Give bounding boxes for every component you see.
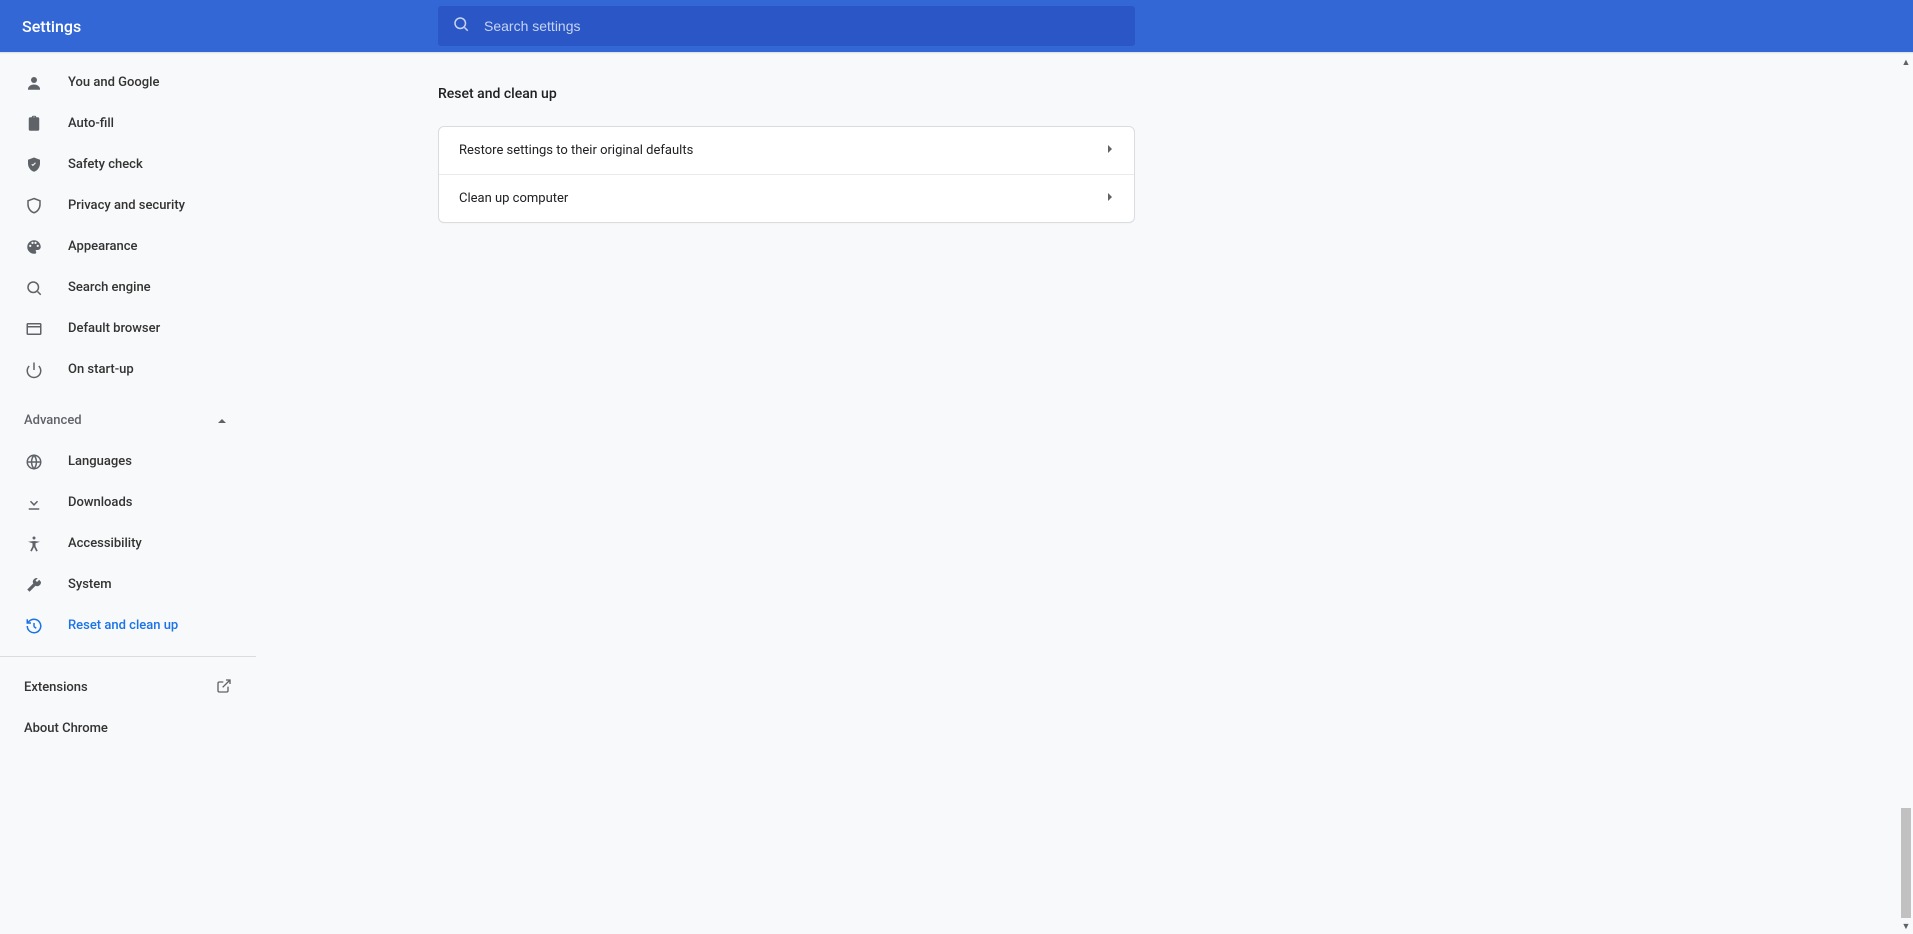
sidebar-item-label: Default browser <box>68 321 160 336</box>
sidebar-item-label: Reset and clean up <box>68 618 178 633</box>
shield-check-icon <box>24 155 44 175</box>
accessibility-icon <box>24 534 44 554</box>
sidebar-item-languages[interactable]: Languages <box>0 441 256 482</box>
row-label: Restore settings to their original defau… <box>459 143 693 158</box>
sidebar-item-label: System <box>68 577 112 592</box>
open-in-new-icon <box>216 678 232 698</box>
sidebar-item-label: Privacy and security <box>68 198 185 213</box>
browser-icon <box>24 319 44 339</box>
scroll-down-icon[interactable]: ▼ <box>1902 918 1911 934</box>
row-label: Clean up computer <box>459 191 568 206</box>
sidebar-item-appearance[interactable]: Appearance <box>0 226 256 267</box>
wrench-icon <box>24 575 44 595</box>
sidebar-item-label: On start-up <box>68 362 134 377</box>
sidebar-section-advanced[interactable]: Advanced <box>0 400 256 441</box>
globe-icon <box>24 452 44 472</box>
sidebar-item-reset-and-clean-up[interactable]: Reset and clean up <box>0 605 256 646</box>
sidebar-item-auto-fill[interactable]: Auto-fill <box>0 103 256 144</box>
sidebar-item-label: Safety check <box>68 157 143 172</box>
sidebar-item-label: About Chrome <box>24 721 108 736</box>
search-input[interactable] <box>484 18 1121 34</box>
main-content: Reset and clean up Restore settings to t… <box>256 54 1913 934</box>
scrollbar-thumb[interactable] <box>1901 808 1911 918</box>
chevron-right-icon <box>1106 143 1114 158</box>
sidebar-item-about-chrome[interactable]: About Chrome <box>0 708 256 749</box>
sidebar-item-you-and-google[interactable]: You and Google <box>0 62 256 103</box>
row-restore-defaults[interactable]: Restore settings to their original defau… <box>439 127 1134 174</box>
vertical-scrollbar[interactable]: ▲ ▼ <box>1899 54 1913 934</box>
sidebar-item-label: Languages <box>68 454 132 469</box>
sidebar-item-extensions[interactable]: Extensions <box>0 667 256 708</box>
shield-icon <box>24 196 44 216</box>
sidebar-section-label: Advanced <box>24 413 82 428</box>
person-icon <box>24 73 44 93</box>
sidebar: You and Google Auto-fill Safety check Pr… <box>0 54 256 934</box>
sidebar-item-label: Downloads <box>68 495 132 510</box>
search-icon <box>24 278 44 298</box>
page-title: Reset and clean up <box>438 86 1135 102</box>
sidebar-item-label: Appearance <box>68 239 137 254</box>
chevron-right-icon <box>1106 191 1114 206</box>
sidebar-item-search-engine[interactable]: Search engine <box>0 267 256 308</box>
sidebar-item-label: Auto-fill <box>68 116 114 131</box>
sidebar-item-accessibility[interactable]: Accessibility <box>0 523 256 564</box>
chevron-up-icon <box>212 411 232 431</box>
page-app-title: Settings <box>22 17 438 36</box>
sidebar-item-label: Extensions <box>24 680 88 695</box>
download-icon <box>24 493 44 513</box>
palette-icon <box>24 237 44 257</box>
clipboard-icon <box>24 114 44 134</box>
search-settings[interactable] <box>438 6 1135 46</box>
sidebar-item-safety-check[interactable]: Safety check <box>0 144 256 185</box>
sidebar-item-system[interactable]: System <box>0 564 256 605</box>
sidebar-item-on-start-up[interactable]: On start-up <box>0 349 256 390</box>
sidebar-item-privacy-and-security[interactable]: Privacy and security <box>0 185 256 226</box>
header: Settings <box>0 0 1913 52</box>
sidebar-item-default-browser[interactable]: Default browser <box>0 308 256 349</box>
sidebar-item-downloads[interactable]: Downloads <box>0 482 256 523</box>
sidebar-item-label: Search engine <box>68 280 151 295</box>
history-icon <box>24 616 44 636</box>
sidebar-item-label: Accessibility <box>68 536 142 551</box>
settings-card: Restore settings to their original defau… <box>438 126 1135 223</box>
row-clean-up-computer[interactable]: Clean up computer <box>439 174 1134 222</box>
search-icon <box>452 15 470 37</box>
scrollbar-track[interactable] <box>1899 70 1913 918</box>
sidebar-divider <box>0 656 256 657</box>
sidebar-item-label: You and Google <box>68 75 159 90</box>
scroll-up-icon[interactable]: ▲ <box>1902 54 1911 70</box>
power-icon <box>24 360 44 380</box>
